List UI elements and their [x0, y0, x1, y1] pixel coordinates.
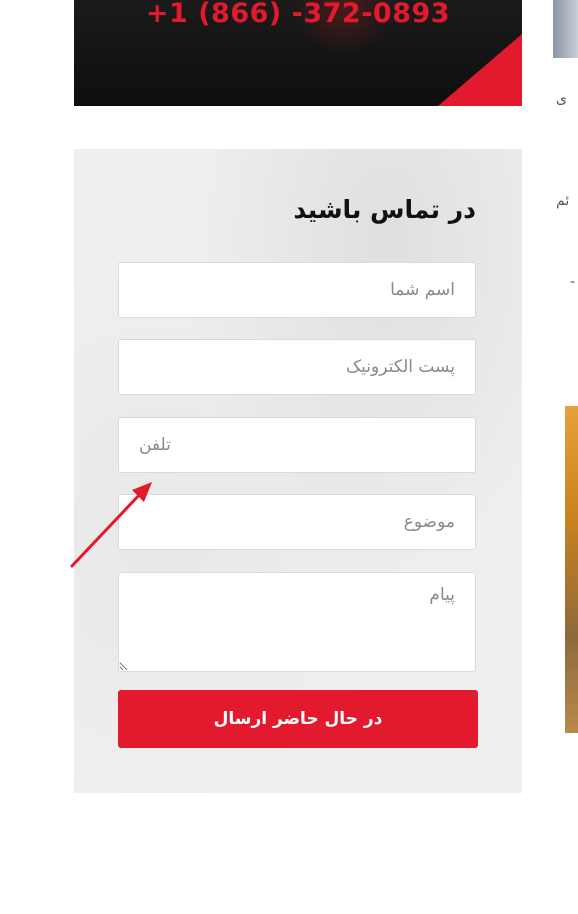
- name-input[interactable]: [118, 262, 476, 318]
- banner-phone-number[interactable]: +1 (866) -372-0893: [74, 0, 522, 29]
- contact-form-title: در تماس باشید: [293, 195, 476, 224]
- phone-banner: +1 (866) -372-0893: [74, 0, 522, 106]
- side-text-snippet-2[interactable]: ئم: [556, 193, 578, 209]
- message-textarea[interactable]: [118, 572, 476, 672]
- submit-button[interactable]: در حال حاضر ارسال: [118, 690, 478, 748]
- subject-input[interactable]: [118, 494, 476, 550]
- phone-input[interactable]: [118, 417, 476, 473]
- annotation-arrow-icon: [70, 482, 152, 568]
- side-text-snippet-3: -: [570, 274, 576, 290]
- email-input[interactable]: [118, 339, 476, 395]
- side-thumbnail-top[interactable]: [553, 0, 578, 58]
- side-image-bottom[interactable]: [565, 406, 578, 733]
- banner-red-corner: [438, 34, 522, 106]
- side-text-snippet-1[interactable]: ی: [556, 91, 578, 107]
